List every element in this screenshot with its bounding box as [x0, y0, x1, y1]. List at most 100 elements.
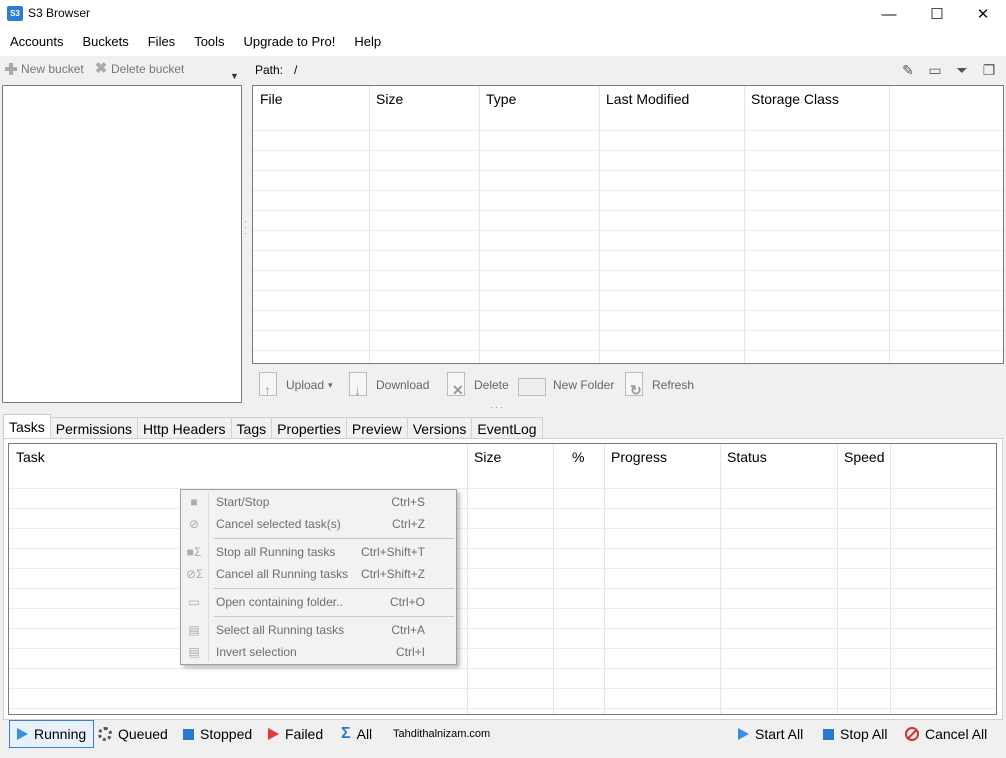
copy-icon[interactable]: ❐: [980, 61, 998, 79]
column-size[interactable]: Size: [369, 86, 479, 110]
tab-tasks[interactable]: Tasks: [3, 414, 51, 439]
title-bar: S3 S3 Browser — ☐ ✕: [0, 0, 1006, 28]
failed-play-icon: [268, 728, 279, 740]
menu-accounts[interactable]: Accounts: [0, 28, 72, 56]
row-line: [9, 648, 996, 649]
column-file[interactable]: File: [253, 86, 369, 110]
pencil-icon[interactable]: ✎: [899, 61, 917, 79]
menu-buckets[interactable]: Buckets: [72, 28, 137, 56]
menu-stop-all-running[interactable]: ■Σ Stop all Running tasks Ctrl+Shift+T: [181, 541, 456, 563]
stop-all-button[interactable]: Stop All: [823, 720, 887, 748]
column-percent[interactable]: %: [553, 444, 604, 468]
delete-x-icon: ✖: [94, 60, 108, 77]
row-line: [253, 330, 1003, 331]
column-divider: [369, 86, 370, 363]
file-action-bar: ↑ Upload ▾ ↓ Download ✕ Delete New Folde…: [252, 368, 1004, 404]
row-line: [253, 250, 1003, 251]
bucket-toolbar: New bucket ✖ Delete bucket ▼: [0, 57, 244, 83]
menu-tools[interactable]: Tools: [184, 28, 233, 56]
menu-shortcut: Ctrl+Shift+Z: [360, 567, 425, 581]
row-line: [253, 210, 1003, 211]
column-type[interactable]: Type: [479, 86, 599, 110]
menu-label: Stop all Running tasks: [216, 545, 336, 559]
refresh-label: Refresh: [652, 378, 695, 392]
row-line: [9, 488, 996, 489]
column-speed[interactable]: Speed: [837, 444, 890, 468]
column-divider: [837, 444, 838, 714]
column-task[interactable]: Task: [9, 444, 467, 468]
tasks-list[interactable]: Task Size % Progress Status Speed: [8, 443, 997, 715]
new-bucket-button[interactable]: New bucket: [4, 62, 84, 76]
filter-queued-button[interactable]: Queued: [98, 720, 168, 748]
minimize-button[interactable]: —: [866, 0, 912, 28]
column-divider: [599, 86, 600, 363]
toolbar-overflow-icon[interactable]: ▼: [230, 71, 240, 81]
tab-properties[interactable]: Properties: [271, 417, 347, 439]
bucket-list[interactable]: [2, 85, 242, 403]
horizontal-splitter[interactable]: ···: [490, 402, 505, 412]
tab-versions[interactable]: Versions: [406, 417, 473, 439]
menu-help[interactable]: Help: [344, 28, 390, 56]
close-button[interactable]: ✕: [960, 0, 1006, 28]
refresh-button[interactable]: ↻ Refresh: [622, 368, 694, 402]
path-value[interactable]: /: [294, 63, 297, 77]
file-list[interactable]: File Size Type Last Modified Storage Cla…: [252, 85, 1004, 364]
column-storage-class[interactable]: Storage Class: [744, 86, 889, 110]
stop-icon: [183, 728, 194, 740]
row-line: [253, 170, 1003, 171]
tab-tags[interactable]: Tags: [230, 417, 273, 439]
start-all-icon: [738, 728, 749, 740]
filter-icon[interactable]: ⏷: [953, 61, 971, 79]
row-line: [9, 508, 996, 509]
tab-http-headers[interactable]: Http Headers: [137, 417, 232, 439]
new-bucket-label: New bucket: [21, 62, 84, 76]
menu-select-all-running[interactable]: ▤ Select all Running tasks Ctrl+A: [181, 619, 456, 641]
app-icon: S3: [7, 6, 23, 21]
tab-preview[interactable]: Preview: [345, 417, 408, 439]
column-progress[interactable]: Progress: [604, 444, 720, 468]
maximize-button[interactable]: ☐: [914, 0, 960, 28]
column-task-size[interactable]: Size: [467, 444, 553, 468]
menu-cancel-selected[interactable]: ⊘ Cancel selected task(s) Ctrl+Z: [181, 513, 456, 535]
filter-all-button[interactable]: Σ All: [341, 720, 372, 748]
row-line: [9, 568, 996, 569]
column-last-modified[interactable]: Last Modified: [599, 86, 744, 110]
download-button[interactable]: ↓ Download: [346, 368, 429, 402]
upload-button[interactable]: ↑ Upload ▾: [256, 368, 333, 402]
menu-cancel-all-running[interactable]: ⊘Σ Cancel all Running tasks Ctrl+Shift+Z: [181, 563, 456, 585]
filter-queued-label: Queued: [118, 726, 168, 742]
menu-label: Cancel selected task(s): [216, 517, 341, 531]
cancel-all-button[interactable]: Cancel All: [905, 720, 987, 748]
delete-bucket-button[interactable]: ✖ Delete bucket: [94, 60, 185, 77]
row-line: [253, 150, 1003, 151]
window-icon[interactable]: ▭: [926, 61, 944, 79]
menu-open-folder[interactable]: ▭ Open containing folder.. Ctrl+O: [181, 591, 456, 613]
upload-caret-icon[interactable]: ▾: [328, 380, 333, 391]
tab-permissions[interactable]: Permissions: [49, 417, 139, 439]
row-line: [9, 628, 996, 629]
column-divider: [553, 444, 554, 714]
filter-failed-button[interactable]: Failed: [268, 720, 323, 748]
menu-start-stop[interactable]: ■ Start/Stop Ctrl+S: [181, 491, 456, 513]
row-line: [9, 528, 996, 529]
start-all-button[interactable]: Start All: [738, 720, 803, 748]
row-line: [253, 130, 1003, 131]
sigma-icon: Σ: [341, 725, 351, 742]
tab-eventlog[interactable]: EventLog: [471, 417, 543, 439]
new-folder-button[interactable]: New Folder: [517, 368, 614, 402]
vertical-splitter[interactable]: · · ·: [244, 217, 250, 242]
menu-files[interactable]: Files: [138, 28, 184, 56]
filter-stopped-button[interactable]: Stopped: [183, 720, 252, 748]
menu-invert-selection[interactable]: ▤ Invert selection Ctrl+I: [181, 641, 456, 663]
document-icon: ▤: [188, 645, 200, 659]
upload-icon: ↑: [256, 370, 282, 400]
stop-icon: ■: [190, 495, 198, 509]
window-title: S3 Browser: [28, 6, 91, 20]
column-divider: [467, 444, 468, 714]
column-status[interactable]: Status: [720, 444, 837, 468]
row-line: [253, 310, 1003, 311]
menu-label: Select all Running tasks: [216, 623, 345, 637]
menu-upgrade[interactable]: Upgrade to Pro!: [234, 28, 345, 56]
filter-running-button[interactable]: Running: [9, 720, 95, 748]
delete-button[interactable]: ✕ Delete: [444, 368, 509, 402]
